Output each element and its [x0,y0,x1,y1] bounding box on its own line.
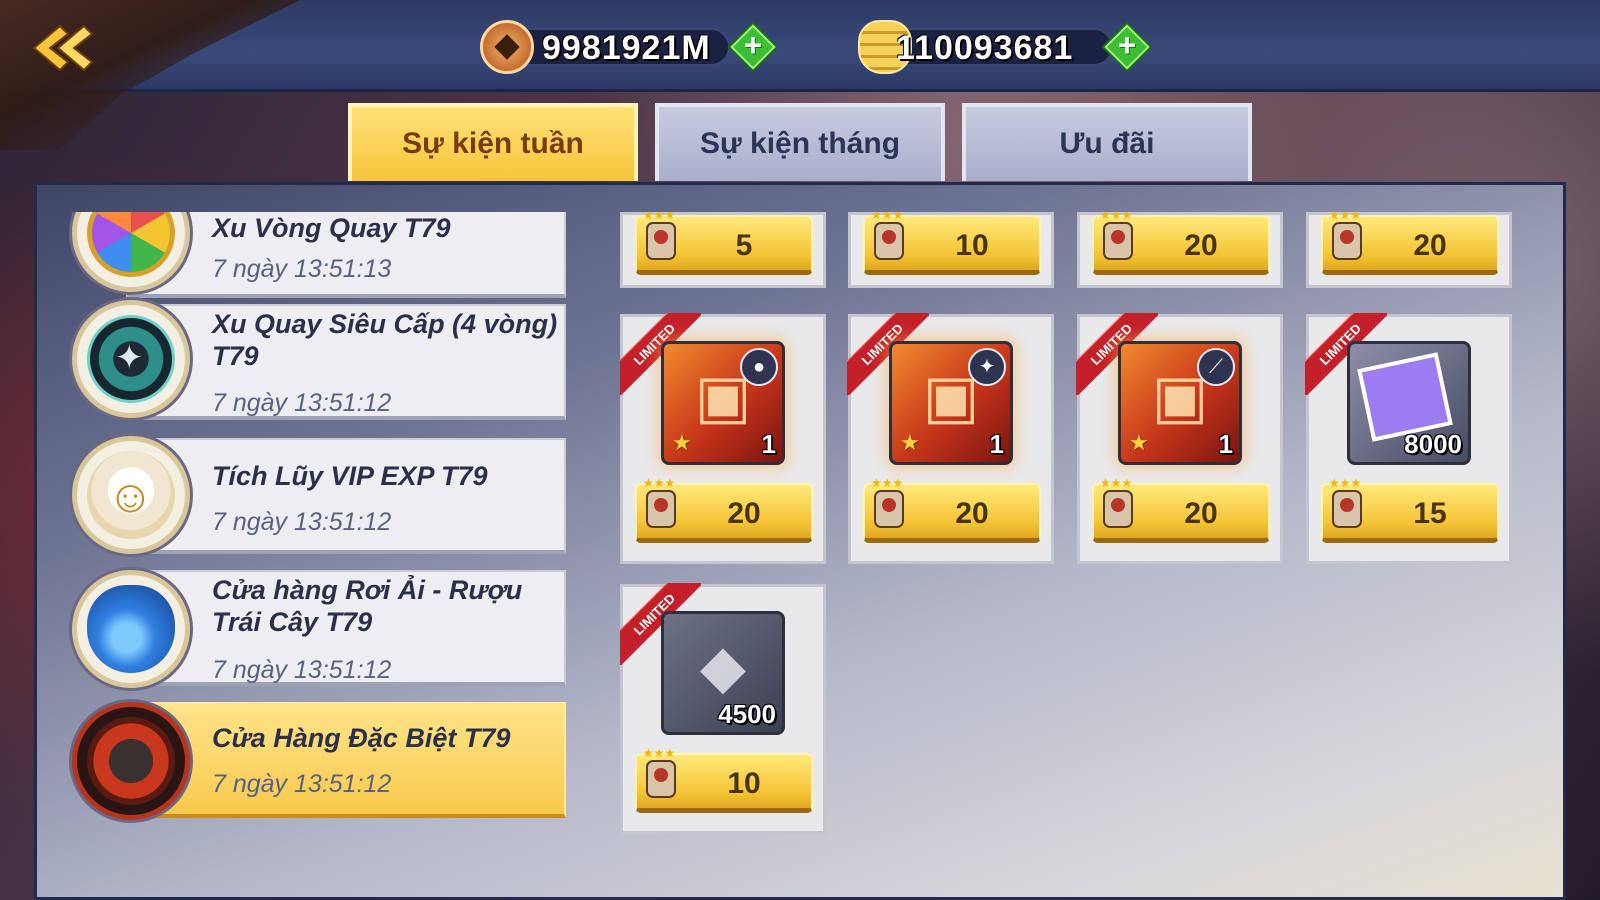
price-amount: 20 [1413,229,1447,262]
event-title: Tích Lũy VIP EXP T79 [212,461,488,491]
reward-qty: 1 [761,429,776,459]
buy-button[interactable]: ★★★ 20 [1092,212,1270,275]
shuriken-icon: ✦ [968,348,1006,386]
star-icon: ★ [672,430,692,455]
event-timer: 7 ngày 13:51:12 [212,656,392,684]
svg-text:★★★: ★★★ [1329,212,1361,222]
svg-text:★★★: ★★★ [1100,212,1132,222]
buy-button[interactable]: ★★★ 20 [1321,212,1499,275]
svg-text:★★★: ★★★ [643,746,675,760]
reward-qty: 1 [1218,429,1233,459]
star-icon: ★ [900,430,920,455]
buy-button[interactable]: ★★★ 10 [863,212,1041,275]
star-icon: ★ [1129,430,1149,455]
chest-reward[interactable]: ▣ ● ★ 1 [661,341,785,465]
tab-label: Sự kiện tháng [699,127,901,160]
lucky-cat-icon: ☺ [72,436,190,554]
event-title: Cửa hàng Rơi Ải - Rượu Trái Cây T79 [212,575,523,637]
silver-ore-icon: ◆ [699,633,747,700]
price-amount: 5 [735,229,753,262]
tab-weekly-events[interactable]: Sự kiện tuần [348,103,638,181]
add-copper-button[interactable]: + [730,24,776,70]
event-title: Cửa Hàng Đặc Biệt T79 [212,723,511,753]
buy-button[interactable]: ★★★ 10 [635,746,813,813]
shop-item: ★★★ 10 [848,212,1054,288]
ore-reward[interactable]: ◆ 4500 [661,611,785,735]
event-title: Xu Quay Siêu Cấp (4 vòng) T79 [212,309,558,371]
kunai-icon: ⟋ [1197,348,1235,386]
price-amount: 10 [727,767,761,800]
tab-label: Ưu đãi [1059,127,1155,160]
event-card [126,702,566,818]
card-reward[interactable]: 8000 [1347,341,1471,465]
event-item-wheel-coins[interactable]: Xu Vòng Quay T79 7 ngày 13:51:13 [36,212,566,298]
shop-item[interactable]: LIMITED ▣ ✦ ★ 1 ★★★ 20 [847,313,1054,564]
buy-button[interactable]: ★★★ 15 [1321,476,1499,543]
reward-qty: 1 [989,429,1004,459]
price-amount: 20 [1184,497,1218,530]
shop-item[interactable]: LIMITED ◆ 4500 ★★★ 10 [620,583,826,834]
event-timer: 7 ngày 13:51:12 [212,770,392,798]
svg-text:★★★: ★★★ [1329,476,1361,490]
shop-item: ★★★ 20 [1306,212,1512,288]
add-gold-button[interactable]: + [1104,24,1150,70]
price-amount: 20 [1184,229,1218,262]
svg-text:★★★: ★★★ [871,476,903,490]
shop-item[interactable]: LIMITED ▣ ⟋ ★ 1 ★★★ 20 [1076,313,1283,564]
svg-text:★★★: ★★★ [871,212,903,222]
buy-button[interactable]: ★★★ 20 [863,476,1041,543]
price-amount: 15 [1413,497,1447,530]
event-item-special-shop[interactable]: Cửa Hàng Đặc Biệt T79 7 ngày 13:51:12 [36,702,566,822]
event-list[interactable]: Xu Vòng Quay T79 7 ngày 13:51:13 ✦ Xu Qu… [36,212,566,852]
price-amount: 10 [955,229,989,262]
svg-text:★★★: ★★★ [1100,476,1132,490]
event-item-fruit-wine-shop[interactable]: Cửa hàng Rơi Ải - Rượu Trái Cây T79 7 ng… [36,570,566,690]
chest-reward[interactable]: ▣ ⟋ ★ 1 [1118,341,1242,465]
gold-value: 110093681 [896,29,1074,67]
shop-item[interactable]: LIMITED ▣ ● ★ 1 ★★★ 20 [620,313,826,564]
event-timer: 7 ngày 13:51:12 [212,508,392,536]
event-timer: 7 ngày 13:51:13 [212,255,392,283]
copper-coin-icon [480,20,534,74]
reward-qty: 8000 [1404,429,1462,459]
shuriken-chip-icon: ✦ [72,300,190,418]
plus-icon: + [1117,27,1137,63]
buy-button[interactable]: ★★★ 5 [635,212,813,275]
reward-qty: 4500 [718,699,776,729]
bomb-icon: ● [740,348,778,386]
chest-reward[interactable]: ▣ ✦ ★ 1 [889,341,1013,465]
shop-grid: ★★★ 5 ★★★ 10 ★★★ 20 ★★★ 20 LIMITED ▣ ● ★… [620,212,1540,872]
svg-text:★★★: ★★★ [643,476,675,490]
tab-offers[interactable]: Ưu đãi [962,103,1252,181]
back-button[interactable] [30,22,94,74]
shop-item[interactable]: LIMITED 8000 ★★★ 15 [1305,313,1512,564]
shop-item: ★★★ 20 [1077,212,1283,288]
copper-value: 9981921M [542,29,711,67]
plus-icon: + [743,27,763,63]
tab-monthly-events[interactable]: Sự kiện tháng [655,103,945,181]
gold-currency: 110093681 + [858,20,1158,74]
tab-label: Sự kiện tuần [402,127,584,160]
event-item-vip-exp[interactable]: ☺ Tích Lũy VIP EXP T79 7 ngày 13:51:12 [36,436,566,558]
double-chevron-left-icon [32,24,94,72]
event-timer: 7 ngày 13:51:12 [212,389,392,417]
potion-bottle-icon [72,570,190,688]
shop-item: ★★★ 5 [620,212,826,288]
price-amount: 20 [727,497,761,530]
price-amount: 20 [955,497,989,530]
svg-text:★★★: ★★★ [643,212,675,222]
buy-button[interactable]: ★★★ 20 [1092,476,1270,543]
event-title: Xu Vòng Quay T79 [212,213,451,243]
copper-currency: 9981921M + [480,20,780,74]
event-item-super-spin-coins[interactable]: ✦ Xu Quay Siêu Cấp (4 vòng) T79 7 ngày 1… [36,300,566,424]
fire-fox-icon [72,702,190,820]
buy-button[interactable]: ★★★ 20 [635,476,813,543]
